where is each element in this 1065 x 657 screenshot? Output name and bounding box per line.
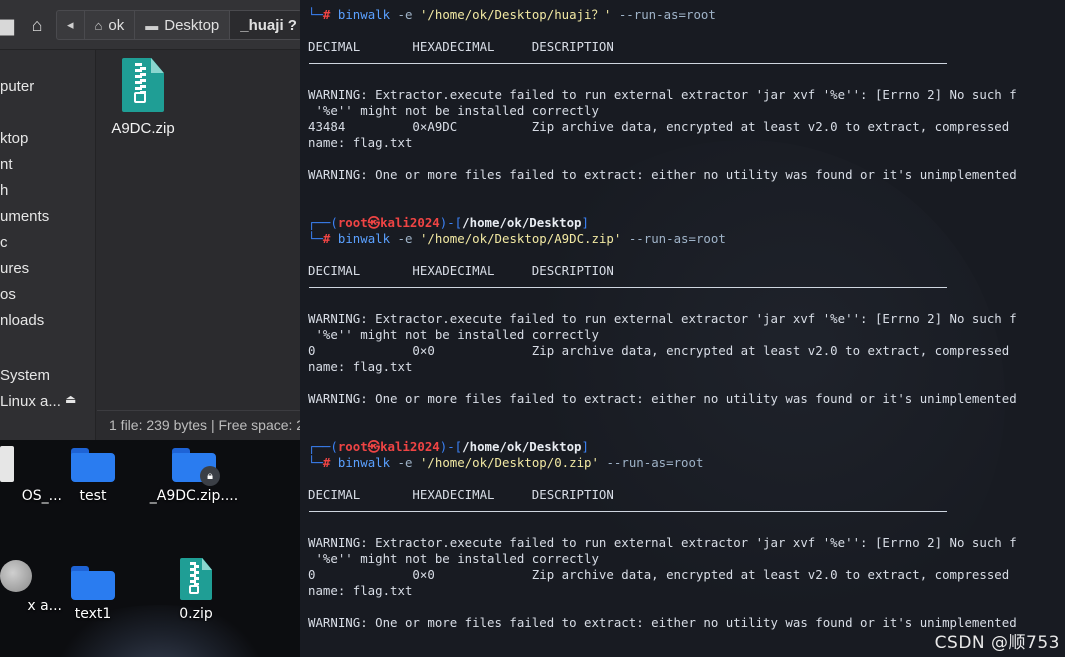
terminal-prompt: ┌──(root㉿kali2024)-[/home/ok/Desktop] — [308, 439, 589, 454]
sidebar-item-desktop[interactable]: ktop — [0, 130, 28, 150]
terminal-prompt: ┌──(root㉿kali2024)-[/home/ok/Desktop] — [308, 215, 589, 230]
terminal-command-line: └─# binwalk -e '/home/ok/Desktop/0.zip' … — [308, 455, 704, 470]
sidebar-item-videos[interactable]: os — [0, 286, 16, 306]
file-manager-window: ▆ ⌂ ◂ ⌂ ok ▬ Desktop _huaji ? puter ktop n… — [0, 0, 302, 440]
eject-icon[interactable]: ⏏ — [65, 392, 76, 406]
output-warning: WARNING: One or more files failed to ext… — [308, 615, 1017, 630]
desktop-icon-label: 0.zip — [179, 606, 213, 622]
locked-folder-icon: 🔒︎ — [172, 448, 220, 486]
output-warning: WARNING: Extractor.execute failed to run… — [308, 535, 1017, 550]
breadcrumb-desktop[interactable]: ▬ Desktop — [135, 11, 231, 39]
sidebar-item-music[interactable]: c — [0, 234, 8, 254]
chevron-left-icon: ◂ — [67, 17, 74, 32]
output-warning: WARNING: Extractor.execute failed to run… — [308, 311, 1017, 326]
folder-icon — [71, 448, 115, 482]
desktop-icon-label: _A9DC.zip.... — [149, 488, 239, 504]
output-row: 0 0×0 Zip archive data, encrypted at lea… — [308, 567, 1010, 582]
output-name: name: flag.txt — [308, 359, 413, 374]
breadcrumb-label: Desktop — [164, 16, 220, 34]
breadcrumb-home[interactable]: ⌂ ok — [85, 11, 136, 39]
sidebar-item-documents[interactable]: uments — [0, 208, 49, 228]
header-divider — [309, 63, 947, 64]
sidebar-item-computer[interactable]: puter — [0, 78, 34, 98]
sidebar-item-trash[interactable]: h — [0, 182, 8, 202]
desktop-icon-item[interactable]: 0.zip — [148, 558, 244, 622]
terminal-window[interactable]: └─# binwalk -e '/home/ok/Desktop/huaji？'… — [300, 0, 1065, 657]
file-item[interactable]: A9DC.zip — [103, 58, 183, 137]
watermark: CSDN @顺753 — [934, 633, 1060, 653]
output-name: name: flag.txt — [308, 583, 413, 598]
disk-icon — [0, 560, 32, 592]
terminal-command-line: └─# binwalk -e '/home/ok/Desktop/huaji？'… — [308, 7, 716, 22]
output-header: DECIMAL HEXADECIMAL DESCRIPTION — [308, 487, 614, 502]
output-warning: WARNING: One or more files failed to ext… — [308, 391, 1017, 406]
output-row: 43484 0×A9DC Zip archive data, encrypted… — [308, 119, 1010, 134]
output-warning: '%e'' might not be installed correctly — [308, 327, 599, 342]
output-header: DECIMAL HEXADECIMAL DESCRIPTION — [308, 263, 614, 278]
sidebar-item-pictures[interactable]: ures — [0, 260, 29, 280]
breadcrumb: ◂ ⌂ ok ▬ Desktop _huaji ? — [56, 10, 302, 40]
header-divider — [309, 287, 947, 288]
zip-file-icon — [180, 558, 212, 600]
output-row: 0 0×0 Zip archive data, encrypted at lea… — [308, 343, 1010, 358]
lock-icon: 🔒︎ — [200, 466, 220, 486]
output-warning: WARNING: One or more files failed to ext… — [308, 167, 1017, 182]
breadcrumb-current[interactable]: _huaji ? — [230, 11, 301, 39]
desktop-icon-label: text1 — [74, 606, 112, 622]
sidebar-item-linux-drive[interactable]: Linux a... — [0, 393, 61, 413]
desktop-area: OS_... test 🔒︎ _A9DC.zip.... x a... text… — [0, 440, 300, 657]
sidebar-item-downloads[interactable]: nloads — [0, 312, 44, 332]
output-warning: WARNING: Extractor.execute failed to run… — [308, 87, 1017, 102]
output-header: DECIMAL HEXADECIMAL DESCRIPTION — [308, 39, 614, 54]
breadcrumb-label: ok — [108, 16, 125, 34]
desktop-icon-item[interactable]: test — [45, 448, 141, 504]
home-icon: ⌂ — [94, 17, 103, 33]
file-manager-toolbar: ▆ ⌂ ◂ ⌂ ok ▬ Desktop _huaji ? — [0, 0, 302, 50]
breadcrumb-label: _huaji ? — [240, 16, 297, 34]
desktop-icon: ▬ — [145, 17, 159, 33]
document-icon — [0, 446, 14, 482]
zip-file-icon — [122, 58, 164, 112]
output-name: name: flag.txt — [308, 135, 413, 150]
desktop-icon-item[interactable]: text1 — [45, 566, 141, 622]
home-icon[interactable]: ⌂ — [24, 12, 50, 38]
status-bar: 1 file: 239 bytes | Free space: 23.6 GiB — [97, 410, 300, 440]
header-divider — [309, 511, 947, 512]
file-list-view[interactable]: A9DC.zip — [97, 50, 300, 410]
folder-icon — [71, 566, 115, 600]
output-warning: '%e'' might not be installed correctly — [308, 551, 599, 566]
file-manager-sidebar: puter ktop nt h uments c ures os nloads … — [0, 50, 96, 440]
sidebar-item-file-system[interactable]: System — [0, 367, 50, 387]
output-warning: '%e'' might not be installed correctly — [308, 103, 599, 118]
terminal-command-line: └─# binwalk -e '/home/ok/Desktop/A9DC.zi… — [308, 231, 726, 246]
folder-icon[interactable]: ▆ — [0, 12, 20, 38]
desktop-icon-item[interactable]: 🔒︎ _A9DC.zip.... — [146, 448, 242, 504]
back-button[interactable]: ◂ — [57, 11, 85, 39]
file-name: A9DC.zip — [111, 120, 175, 137]
desktop-icon-label: test — [79, 488, 107, 504]
sidebar-item-recent[interactable]: nt — [0, 156, 13, 176]
